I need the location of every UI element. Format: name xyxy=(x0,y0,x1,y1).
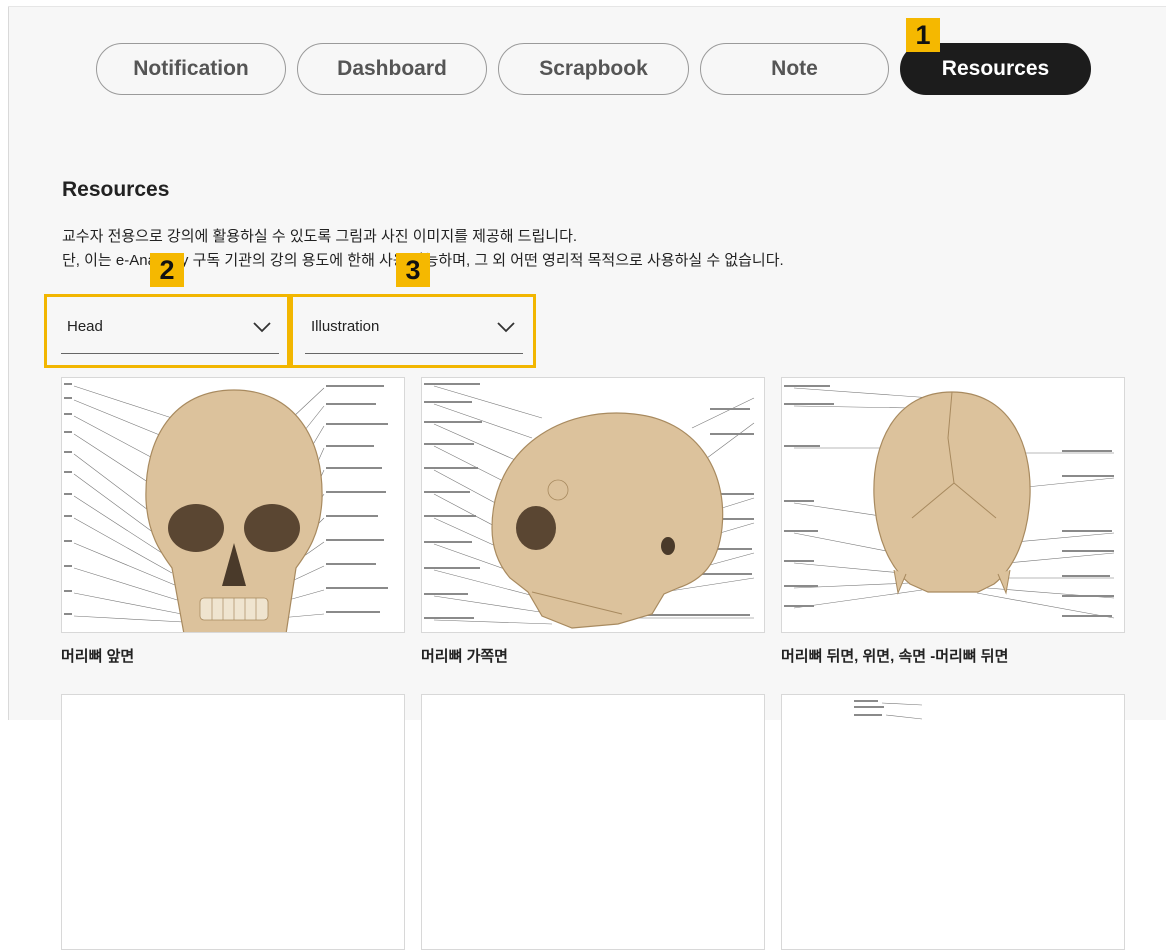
skull-posterior-illustration xyxy=(781,377,1125,633)
section-title: Resources xyxy=(62,178,170,201)
step-badge-2: 2 xyxy=(150,253,184,287)
next-illustration xyxy=(421,694,765,950)
tab-scrapbook[interactable]: Scrapbook xyxy=(498,43,689,95)
region-select-value: Head xyxy=(67,318,103,335)
resource-title: 머리뼈 앞면 xyxy=(61,648,135,665)
skull-lateral-illustration xyxy=(421,377,765,633)
tab-dashboard[interactable]: Dashboard xyxy=(297,43,487,95)
type-select[interactable]: Illustration xyxy=(305,306,523,354)
region-select[interactable]: Head xyxy=(61,306,279,354)
chevron-down-icon xyxy=(497,322,515,333)
description-line-1: 교수자 전용으로 강의에 활용하실 수 있도록 그림과 사진 이미지를 제공해 … xyxy=(62,228,578,245)
tab-label: Resources xyxy=(941,57,1050,80)
chevron-down-icon xyxy=(253,322,271,333)
tab-label: Scrapbook xyxy=(539,57,648,80)
tab-notification[interactable]: Notification xyxy=(96,43,286,95)
tab-label: Dashboard xyxy=(337,57,447,80)
type-select-value: Illustration xyxy=(311,318,380,335)
resource-title: 머리뼈 뒤면, 위면, 속면 -머리뼈 뒤면 xyxy=(781,648,1009,665)
resource-title: 머리뼈 가쪽면 xyxy=(421,648,508,665)
tab-note[interactable]: Note xyxy=(700,43,889,95)
next-illustration xyxy=(781,694,1125,950)
step-badge-3: 3 xyxy=(396,253,430,287)
step-badge-1: 1 xyxy=(906,18,940,52)
tab-label: Note xyxy=(771,57,818,80)
next-illustration xyxy=(61,694,405,950)
tab-label: Notification xyxy=(133,57,249,80)
skull-anterior-illustration xyxy=(61,377,405,633)
